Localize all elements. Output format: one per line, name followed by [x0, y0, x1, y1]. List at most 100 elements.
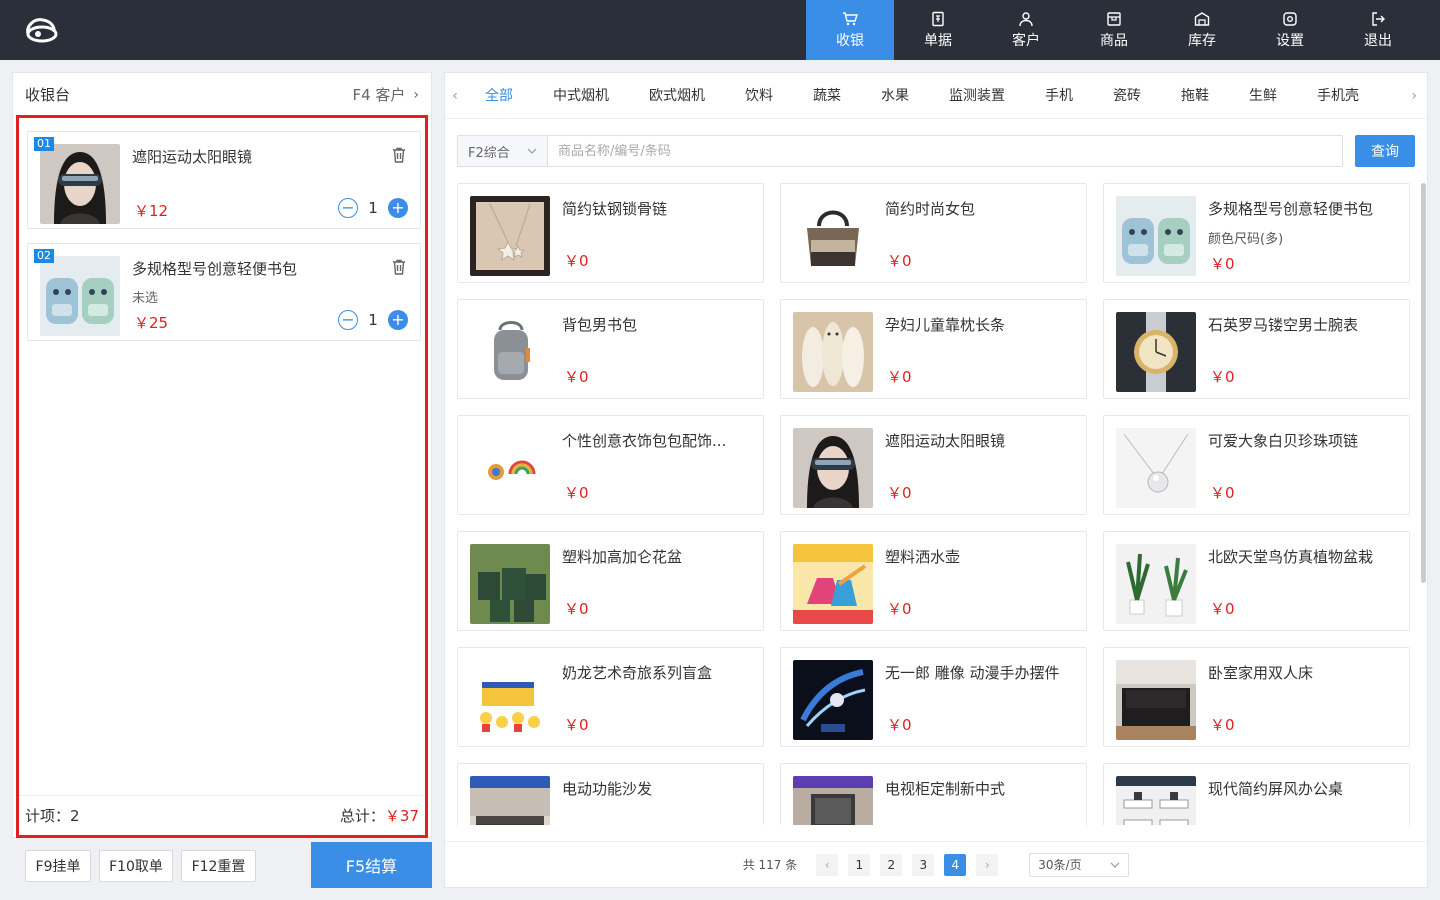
product-card[interactable]: 卧室家用双人床 ￥0 — [1103, 647, 1410, 747]
category-tab[interactable]: 水果 — [861, 73, 929, 118]
cart-item-spec[interactable]: 未选 — [132, 287, 158, 306]
product-name: 多规格型号创意轻便书包 — [1208, 200, 1374, 218]
product-card[interactable]: 塑料加高加仑花盆 ￥0 — [457, 531, 764, 631]
nav-inventory[interactable]: 库存 — [1158, 0, 1246, 60]
product-thumbnail — [1116, 312, 1196, 392]
product-name: 塑料洒水壶 — [885, 548, 961, 566]
prev-page-icon[interactable]: ‹ — [816, 853, 839, 876]
category-tab[interactable]: 瓷砖 — [1093, 73, 1161, 118]
query-button[interactable]: 查询 — [1355, 135, 1415, 167]
product-grid-viewport: 简约钛钢锁骨链 ￥0 简约时尚女包 ￥0 多规格型号创意轻便书包 颜色尺码(多) ￥0 背包男… — [457, 183, 1419, 825]
category-tab[interactable]: 手机 — [1025, 73, 1093, 118]
customer-select[interactable]: F4 客户 › — [352, 84, 419, 105]
page-size-label: 30条/页 — [1038, 858, 1082, 872]
product-card[interactable]: 遮阳运动太阳眼镜 ￥0 — [780, 415, 1087, 515]
page-number[interactable]: 2 — [880, 853, 903, 876]
product-price: ￥0 — [1210, 484, 1235, 502]
plus-circle-icon[interactable]: + — [388, 310, 408, 330]
category-tab[interactable]: 饮料 — [725, 73, 793, 118]
product-name: 石英罗马镂空男士腕表 — [1208, 316, 1359, 334]
minus-circle-icon[interactable]: − — [338, 310, 358, 330]
product-price: ￥0 — [887, 252, 912, 270]
chevron-right-icon[interactable]: › — [1393, 73, 1427, 118]
product-thumbnail — [470, 660, 550, 740]
chevron-left-icon[interactable]: ‹ — [445, 88, 465, 104]
page-number[interactable]: 3 — [912, 853, 935, 876]
search-bar: F2综合 — [457, 135, 1343, 167]
product-card[interactable]: 北欧天堂鸟仿真植物盆栽 ￥0 — [1103, 531, 1410, 631]
nav-orders-label: 单据 — [924, 32, 952, 49]
category-tab[interactable]: 中式烟机 — [533, 73, 629, 118]
product-card[interactable]: 塑料洒水壶 ￥0 — [780, 531, 1087, 631]
product-card[interactable]: 个性创意衣饰包包配饰... ￥0 — [457, 415, 764, 515]
product-thumbnail — [793, 428, 873, 508]
cart-item-quantity: 1 — [368, 199, 378, 217]
product-thumbnail — [470, 196, 550, 276]
logout-icon — [1372, 11, 1385, 26]
category-tab[interactable]: 手机壳 — [1297, 73, 1379, 118]
customer-icon — [1019, 11, 1033, 26]
nav-settings-label: 设置 — [1276, 32, 1304, 49]
cart-item[interactable]: 02 多规格型号创意轻便书包 未选 ￥25 − 1 + — [27, 243, 421, 341]
product-name: 遮阳运动太阳眼镜 — [885, 432, 1006, 450]
product-card[interactable]: 电视柜定制新中式￥0 — [780, 763, 1087, 825]
trash-icon[interactable] — [390, 146, 408, 164]
cart-total: 总计：￥37 — [340, 805, 419, 826]
product-card[interactable]: 可爱大象白贝珍珠项链 ￥0 — [1103, 415, 1410, 515]
page-number[interactable]: 1 — [848, 853, 871, 876]
product-card[interactable]: 电动功能沙发￥0 — [457, 763, 764, 825]
category-tab[interactable]: 监测装置 — [929, 73, 1025, 118]
page-size-select[interactable]: 30条/页 — [1029, 852, 1130, 877]
cart-item-name: 遮阳运动太阳眼镜 — [132, 148, 253, 166]
scrollbar[interactable] — [1421, 183, 1426, 583]
page-number-current[interactable]: 4 — [944, 853, 967, 876]
reset-button[interactable]: F12重置 — [181, 850, 256, 882]
warehouse-icon — [1194, 11, 1210, 26]
nav-orders[interactable]: 单据 — [894, 0, 982, 60]
product-thumbnail — [470, 544, 550, 624]
checkout-button[interactable]: F5结算 — [311, 842, 432, 888]
product-price: ￥0 — [887, 368, 912, 386]
product-name: 无一郎 雕像 动漫手办摆件 — [885, 664, 1060, 682]
product-price: ￥0 — [1210, 255, 1235, 273]
cashier-panel: 收银台 F4 客户 › 01 遮阳运动太阳眼镜 ￥12 − 1 + 02 多规格… — [12, 72, 432, 888]
hold-order-button[interactable]: F9挂单 — [25, 850, 91, 882]
search-input[interactable] — [548, 136, 1342, 166]
nav-cashier[interactable]: 收银 — [806, 0, 894, 60]
product-thumbnail — [470, 428, 550, 508]
category-tab[interactable]: 全部 — [465, 73, 533, 118]
next-page-icon[interactable]: › — [976, 853, 999, 876]
product-price: ￥0 — [564, 368, 589, 386]
product-name: 卧室家用双人床 — [1208, 664, 1314, 682]
product-card[interactable]: 奶龙艺术奇旅系列盲盒 ￥0 — [457, 647, 764, 747]
product-card[interactable]: 无一郎 雕像 动漫手办摆件 ￥0 — [780, 647, 1087, 747]
search-type-select[interactable]: F2综合 — [458, 136, 548, 166]
category-tab[interactable]: 生鲜 — [1229, 73, 1297, 118]
goods-icon — [1107, 11, 1121, 26]
product-card[interactable]: 孕妇儿童靠枕长条 ￥0 — [780, 299, 1087, 399]
product-card[interactable]: 简约时尚女包 ￥0 — [780, 183, 1087, 283]
chevron-down-icon — [1110, 862, 1120, 868]
product-name: 背包男书包 — [562, 316, 638, 334]
minus-circle-icon[interactable]: − — [338, 198, 358, 218]
product-name: 奶龙艺术奇旅系列盲盒 — [562, 664, 713, 682]
product-card[interactable]: 石英罗马镂空男士腕表 ￥0 — [1103, 299, 1410, 399]
plus-circle-icon[interactable]: + — [388, 198, 408, 218]
category-tab[interactable]: 欧式烟机 — [629, 73, 725, 118]
category-tab[interactable]: 拖鞋 — [1161, 73, 1229, 118]
product-card[interactable]: 简约钛钢锁骨链 ￥0 — [457, 183, 764, 283]
nav-logout[interactable]: 退出 — [1334, 0, 1422, 60]
category-tab[interactable]: 蔬菜 — [793, 73, 861, 118]
nav-goods[interactable]: 商品 — [1070, 0, 1158, 60]
nav-settings[interactable]: 设置 — [1246, 0, 1334, 60]
cart-item[interactable]: 01 遮阳运动太阳眼镜 ￥12 − 1 + — [27, 131, 421, 229]
product-card[interactable]: 多规格型号创意轻便书包 颜色尺码(多) ￥0 — [1103, 183, 1410, 283]
trash-icon[interactable] — [390, 258, 408, 276]
product-card[interactable]: 现代简约屏风办公桌￥0 — [1103, 763, 1410, 825]
nav-cashier-label: 收银 — [836, 32, 864, 49]
cashier-actions: F9挂单 F10取单 F12重置 F5结算 — [12, 842, 432, 888]
retrieve-order-button[interactable]: F10取单 — [99, 850, 173, 882]
product-price: ￥0 — [564, 716, 589, 734]
nav-customers[interactable]: 客户 — [982, 0, 1070, 60]
product-card[interactable]: 背包男书包 ￥0 — [457, 299, 764, 399]
